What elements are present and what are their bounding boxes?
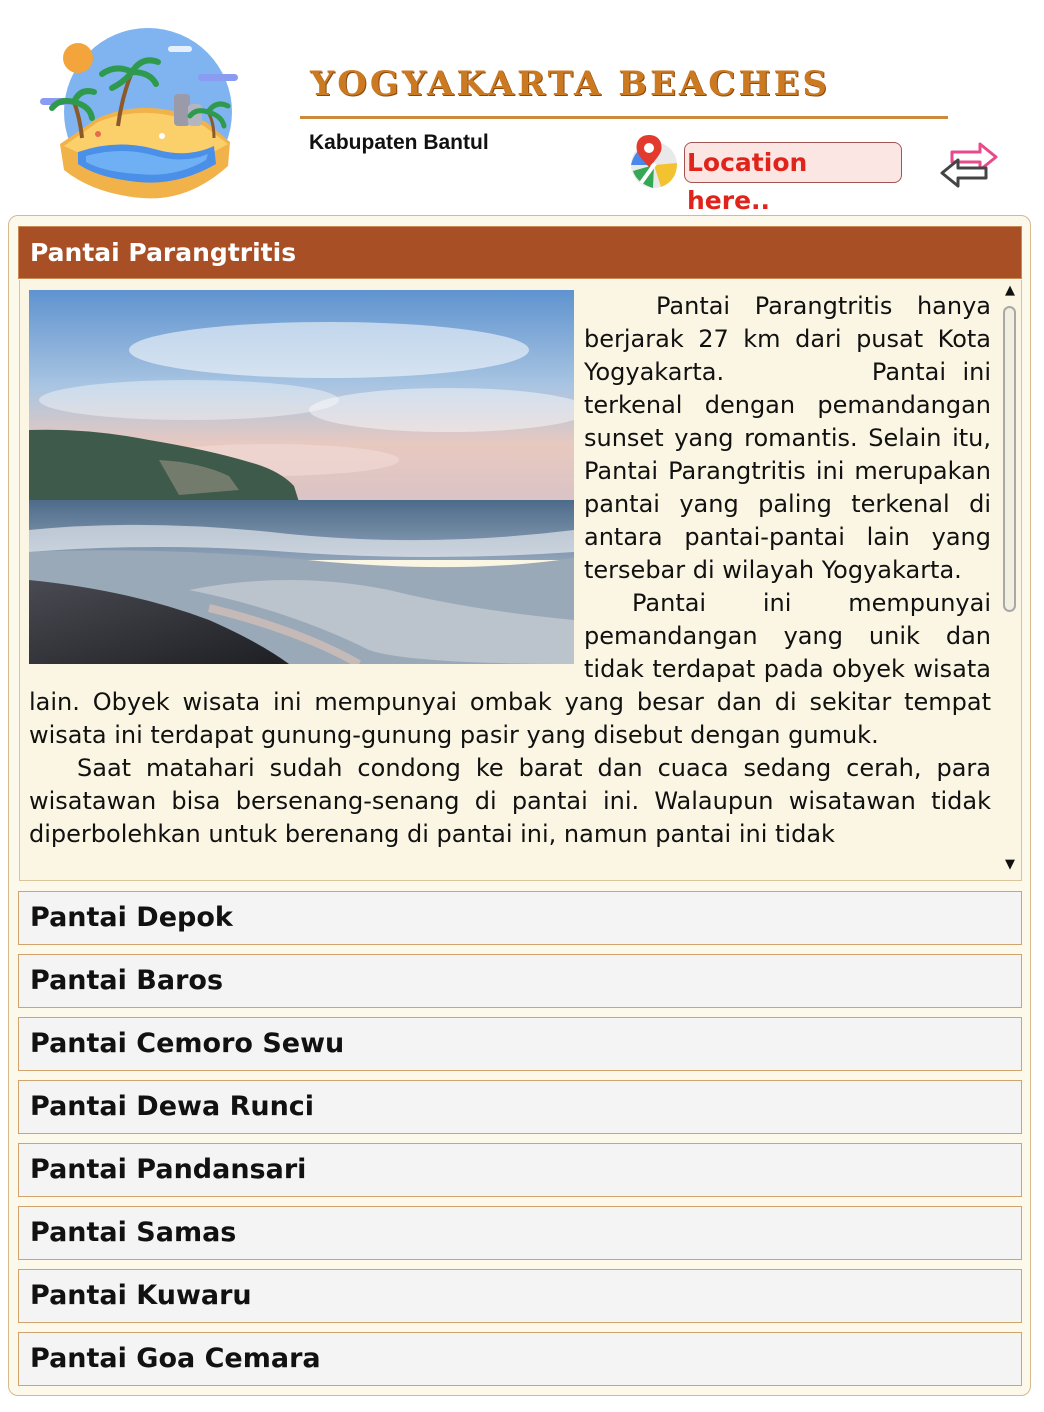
accordion-header-parangtritis[interactable]: Pantai Parangtritis [18, 226, 1022, 279]
accordion-item-samas[interactable]: Pantai Samas [18, 1206, 1022, 1260]
scroll-down-icon[interactable]: ▼ [1001, 856, 1019, 874]
accordion-item-dewa-runci[interactable]: Pantai Dewa Runci [18, 1080, 1022, 1134]
description-scrollbar[interactable]: ▲ ▼ [1001, 282, 1019, 874]
accordion-item-cemoro-sewu[interactable]: Pantai Cemoro Sewu [18, 1017, 1022, 1071]
region-subtitle: Kabupaten Bantul [309, 131, 489, 154]
map-pin-icon[interactable] [627, 133, 681, 189]
accordion-item-kuwaru[interactable]: Pantai Kuwaru [18, 1269, 1022, 1323]
beach-description: Pantai Parangtritis hanya berjarak 27 km… [29, 290, 991, 878]
site-title: YOGYAKARTA BEACHES [310, 64, 830, 104]
accordion-item-pandansari[interactable]: Pantai Pandansari [18, 1143, 1022, 1197]
accordion-body-parangtritis: Pantai Parangtritis hanya berjarak 27 km… [19, 280, 1022, 881]
parangtritis-beach-photo [29, 290, 574, 664]
title-divider [300, 116, 948, 119]
paragraph-3: Saat matahari sudah condong ke barat dan… [29, 754, 991, 848]
island-beach-logo-icon [40, 28, 238, 199]
scroll-up-icon[interactable]: ▲ [1001, 282, 1019, 300]
accordion-item-depok[interactable]: Pantai Depok [18, 891, 1022, 945]
swap-arrows-icon[interactable] [940, 140, 998, 188]
scroll-thumb[interactable] [1003, 306, 1016, 612]
location-button[interactable]: Location here.. [684, 142, 902, 215]
accordion-item-goa-cemara[interactable]: Pantai Goa Cemara [18, 1332, 1022, 1386]
accordion-item-baros[interactable]: Pantai Baros [18, 954, 1022, 1008]
beach-accordion: Pantai Parangtritis Pantai Parangtritis … [8, 215, 1031, 1396]
